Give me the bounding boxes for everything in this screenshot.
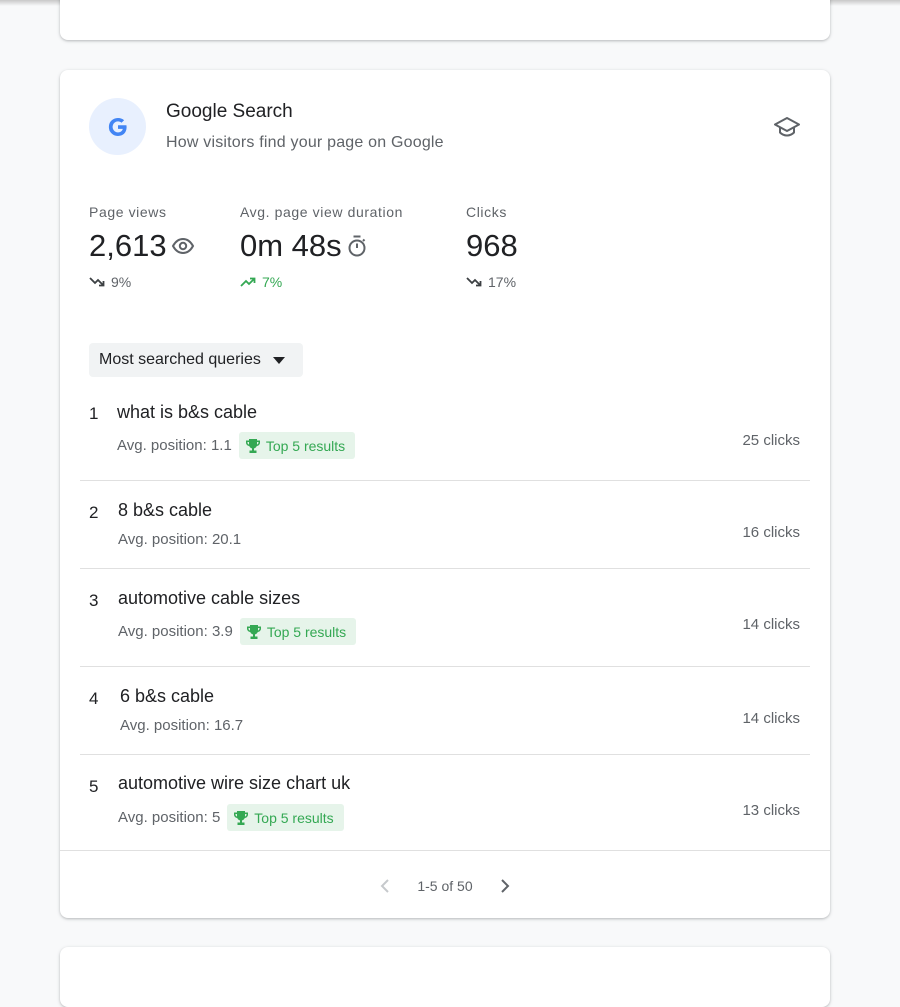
stat-clicks: Clicks 968 17% [466,204,518,290]
query-row[interactable]: 5 automotive wire size chart uk Avg. pos… [80,755,810,851]
stat-change: 17% [488,274,517,290]
queries-dropdown[interactable]: Most searched queries [89,343,303,377]
pagination-divider [60,850,830,851]
query-rank: 3 [89,591,99,610]
top-results-badge: Top 5 results [239,618,357,645]
card-subtitle: How visitors find your page on Google [166,134,444,151]
query-row[interactable]: 3 automotive cable sizes Avg. position: … [80,569,810,667]
query-position: Avg. position: 3.9 [118,623,233,640]
query-text: automotive cable sizes [118,588,301,608]
trophy-icon [245,438,260,453]
query-rank: 4 [89,689,99,708]
query-rank: 5 [89,777,99,796]
next-card [60,947,830,1007]
next-page-button[interactable] [493,874,517,898]
query-clicks: 13 clicks [742,802,800,819]
pagination-range: 1-5 of 50 [417,878,473,894]
query-text: automotive wire size chart uk [118,773,351,793]
query-position: Avg. position: 1.1 [117,437,232,454]
graduation-cap-icon [774,117,800,137]
trending-up-icon [240,277,256,287]
query-row[interactable]: 2 8 b&s cable Avg. position: 20.1 16 cli… [80,481,810,569]
query-text: 6 b&s cable [120,686,215,706]
stat-value: 2,613 [89,228,167,263]
previous-card [60,0,830,40]
google-logo [89,98,146,155]
top-results-badge: Top 5 results [227,804,344,831]
top-results-badge-label: Top 5 results [254,809,334,826]
top-results-badge-label: Top 5 results [265,437,346,454]
stat-change: 7% [262,274,283,290]
query-rank: 2 [89,503,99,522]
eye-icon [171,237,194,255]
learn-more-button[interactable] [773,115,801,139]
query-text: 8 b&s cable [118,500,213,520]
queries-dropdown-label: Most searched queries [99,351,261,368]
query-text: what is b&s cable [117,402,258,422]
query-position: Avg. position: 16.7 [120,717,244,734]
chevron-left-icon [380,879,390,893]
trophy-icon [246,624,261,639]
stat-change: 9% [111,274,132,290]
chevron-right-icon [500,879,510,893]
stat-page-views: Page views 2,613 9% [89,204,195,290]
queries-list: 1 what is b&s cable Avg. position: 1.1 T… [80,392,810,851]
query-rank: 1 [89,404,99,423]
stat-value: 0m 48s [240,228,342,263]
stat-avg-duration: Avg. page view duration 0m 48s 7% [240,204,403,290]
trending-down-icon [466,277,482,287]
query-clicks: 25 clicks [742,432,800,449]
query-position: Avg. position: 20.1 [118,531,242,548]
top-results-badge-label: Top 5 results [266,623,347,640]
stat-label: Avg. page view duration [240,204,403,220]
query-position: Avg. position: 5 [118,809,221,826]
top-results-badge: Top 5 results [238,432,356,459]
query-clicks: 14 clicks [742,710,800,727]
pagination: 1-5 of 50 [60,873,830,899]
query-row[interactable]: 4 6 b&s cable Avg. position: 16.7 14 cli… [80,667,810,755]
query-clicks: 14 clicks [742,616,800,633]
trending-down-icon [89,277,105,287]
previous-page-button[interactable] [373,874,397,898]
trophy-icon [234,810,249,825]
timer-icon [348,235,366,257]
query-clicks: 16 clicks [742,524,800,541]
google-search-card: Google Search How visitors find your pag… [60,70,830,918]
stat-value: 968 [466,228,518,263]
google-g-icon [108,117,127,136]
query-row[interactable]: 1 what is b&s cable Avg. position: 1.1 T… [80,392,810,481]
stat-label: Clicks [466,204,507,220]
stat-label: Page views [89,204,167,220]
dropdown-arrow-icon [272,356,285,364]
card-title: Google Search [166,101,293,122]
